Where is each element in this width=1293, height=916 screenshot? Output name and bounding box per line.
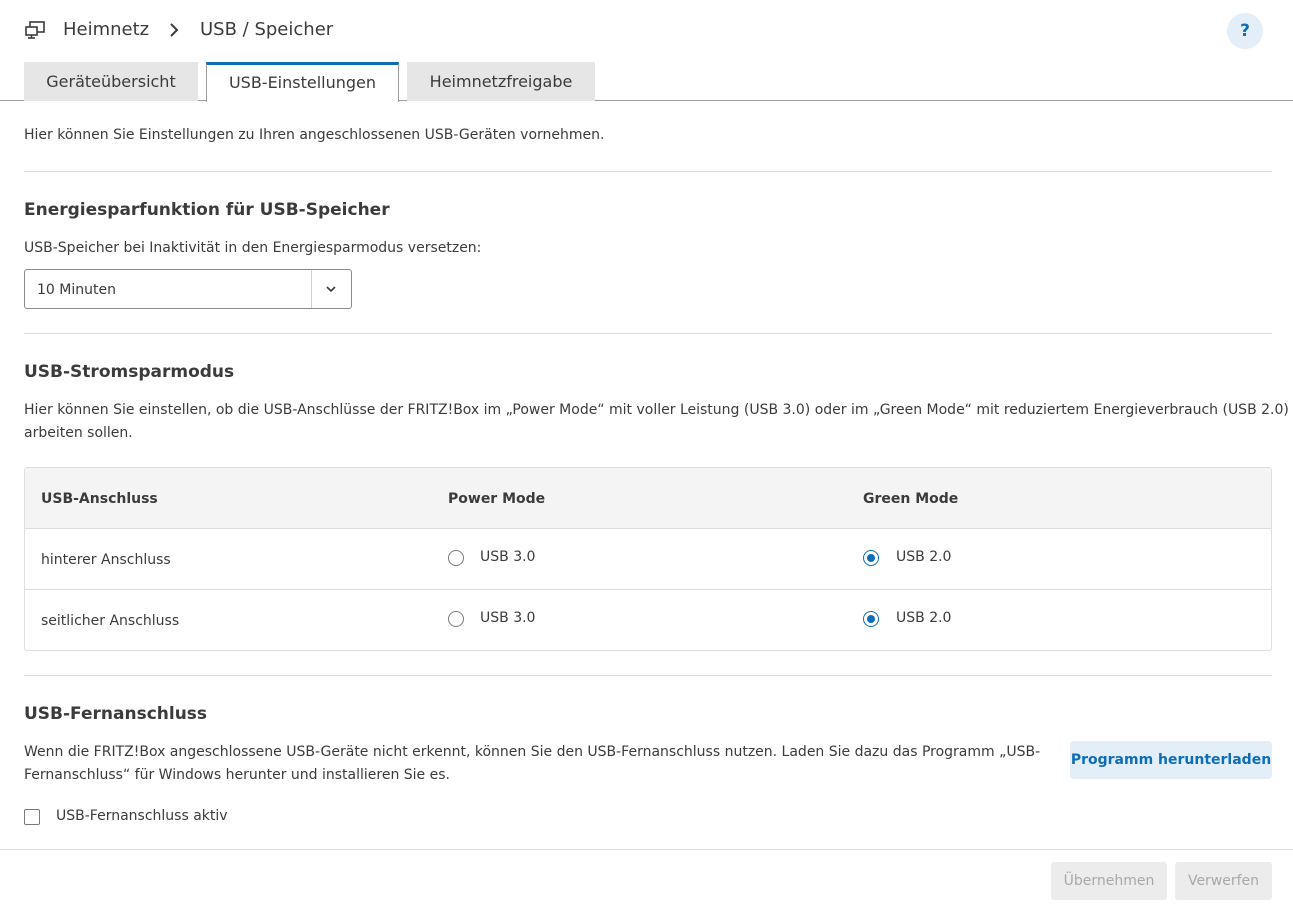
chevron-down-icon	[326, 286, 336, 293]
power-mode-label[interactable]: USB 3.0	[480, 549, 535, 565]
power-mode-label[interactable]: USB 3.0	[480, 610, 535, 626]
usb-mode-table: USB-Anschluss Power Mode Green Mode hint…	[24, 467, 1272, 651]
header: Heimnetz USB / Speicher ?	[0, 0, 1293, 62]
tab-geraeteuebersicht[interactable]: Geräteübersicht	[24, 62, 198, 101]
green-mode-radio[interactable]	[863, 611, 879, 627]
power-mode-radio[interactable]	[448, 550, 464, 566]
table-row: seitlicher Anschluss USB 3.0 USB 2.0	[25, 590, 1271, 651]
apply-button[interactable]: Übernehmen	[1051, 862, 1167, 900]
green-mode-radio[interactable]	[863, 550, 879, 566]
remote-section-title: USB-Fernanschluss	[24, 704, 208, 724]
divider	[24, 171, 1272, 172]
green-mode-label[interactable]: USB 2.0	[896, 610, 951, 626]
remote-active-label[interactable]: USB-Fernanschluss aktiv	[56, 808, 228, 824]
green-mode-label[interactable]: USB 2.0	[896, 549, 951, 565]
standby-time-value: 10 Minuten	[37, 282, 116, 298]
network-devices-icon	[25, 21, 45, 39]
intro-text: Hier können Sie Einstellungen zu Ihren a…	[24, 127, 605, 143]
select-toggle[interactable]	[311, 270, 351, 308]
remote-desc-line1: Wenn die FRITZ!Box angeschlossene USB-Ge…	[24, 744, 1041, 760]
help-button[interactable]: ?	[1227, 13, 1263, 49]
divider	[24, 333, 1272, 334]
breadcrumb-heimnetz[interactable]: Heimnetz	[63, 19, 149, 41]
divider	[24, 675, 1272, 676]
energy-label: USB-Speicher bei Inaktivität in den Ener…	[24, 240, 482, 256]
powermode-section-title: USB-Stromsparmodus	[24, 362, 235, 382]
tab-heimnetzfreigabe[interactable]: Heimnetzfreigabe	[407, 62, 595, 101]
breadcrumb-usb-speicher: USB / Speicher	[200, 19, 334, 40]
port-name: seitlicher Anschluss	[41, 613, 180, 629]
energy-section-title: Energiesparfunktion für USB-Speicher	[24, 200, 390, 220]
download-program-button[interactable]: Programm herunterladen	[1070, 741, 1272, 779]
discard-button[interactable]: Verwerfen	[1175, 862, 1272, 900]
tab-bar: Geräteübersicht USB-Einstellungen Heimne…	[0, 62, 1293, 102]
table-header: USB-Anschluss Power Mode Green Mode	[25, 468, 1271, 529]
column-header-power-mode: Power Mode	[448, 491, 546, 507]
footer-divider	[0, 849, 1293, 850]
tab-usb-einstellungen[interactable]: USB-Einstellungen	[206, 62, 399, 102]
chevron-right-icon	[170, 23, 179, 37]
powermode-desc-line1: Hier können Sie einstellen, ob die USB-A…	[24, 402, 1289, 418]
remote-desc-line2: Fernanschluss“ für Windows herunter und …	[24, 767, 450, 783]
remote-active-checkbox[interactable]	[24, 809, 40, 825]
column-header-green-mode: Green Mode	[863, 491, 959, 507]
table-row: hinterer Anschluss USB 3.0 USB 2.0	[25, 529, 1271, 590]
column-header-port: USB-Anschluss	[41, 491, 158, 507]
port-name: hinterer Anschluss	[41, 552, 171, 568]
powermode-desc-line2: arbeiten sollen.	[24, 425, 133, 441]
standby-time-select[interactable]: 10 Minuten	[24, 269, 352, 309]
power-mode-radio[interactable]	[448, 611, 464, 627]
